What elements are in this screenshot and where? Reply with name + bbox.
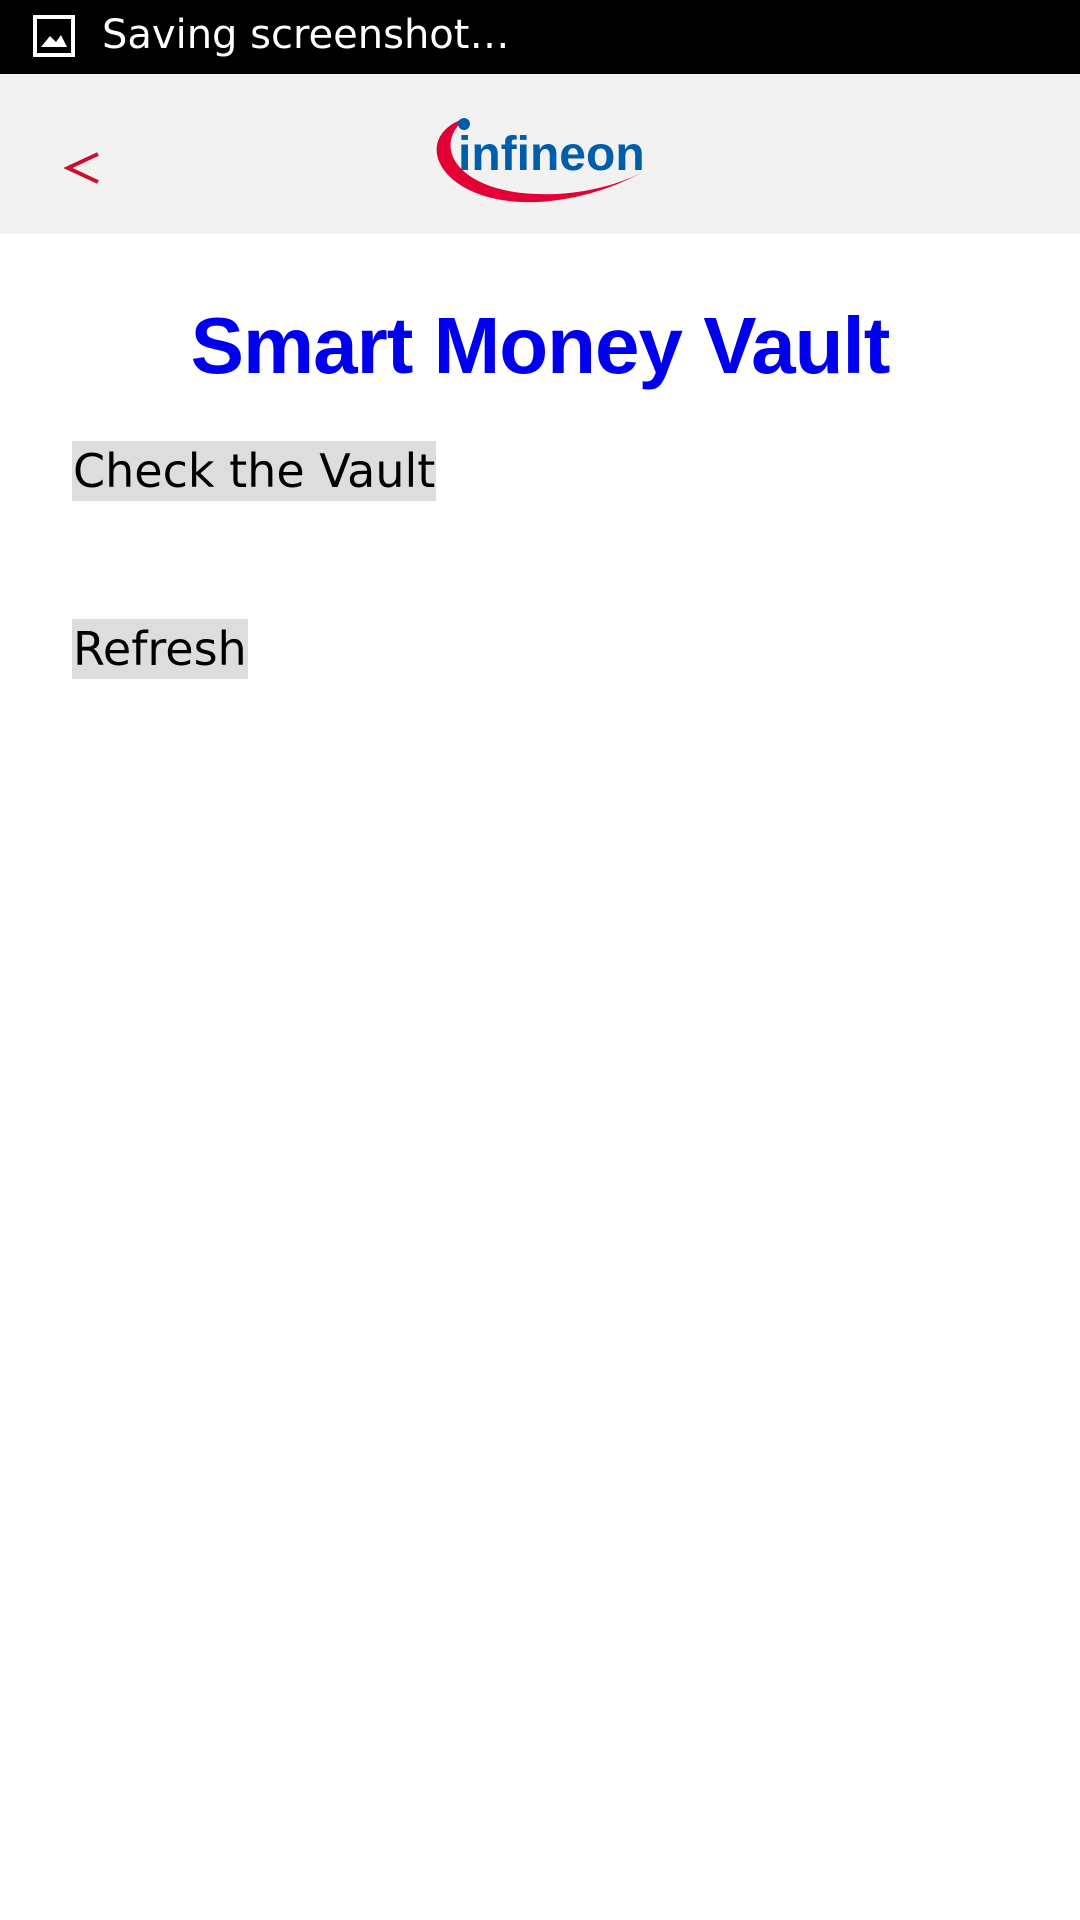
back-button[interactable] [48,104,128,204]
status-bar: Saving screenshot… [0,0,1080,74]
infineon-logo: infineon [428,106,650,206]
check-vault-button[interactable]: Check the Vault [72,441,437,501]
image-icon [33,15,75,57]
app-header: infineon [0,74,1080,234]
chevron-left-icon [63,152,99,184]
logo-text: infineon [458,128,645,181]
page-title: Smart Money Vault [190,301,891,390]
refresh-button[interactable]: Refresh [72,619,248,679]
status-text: Saving screenshot… [102,12,510,58]
